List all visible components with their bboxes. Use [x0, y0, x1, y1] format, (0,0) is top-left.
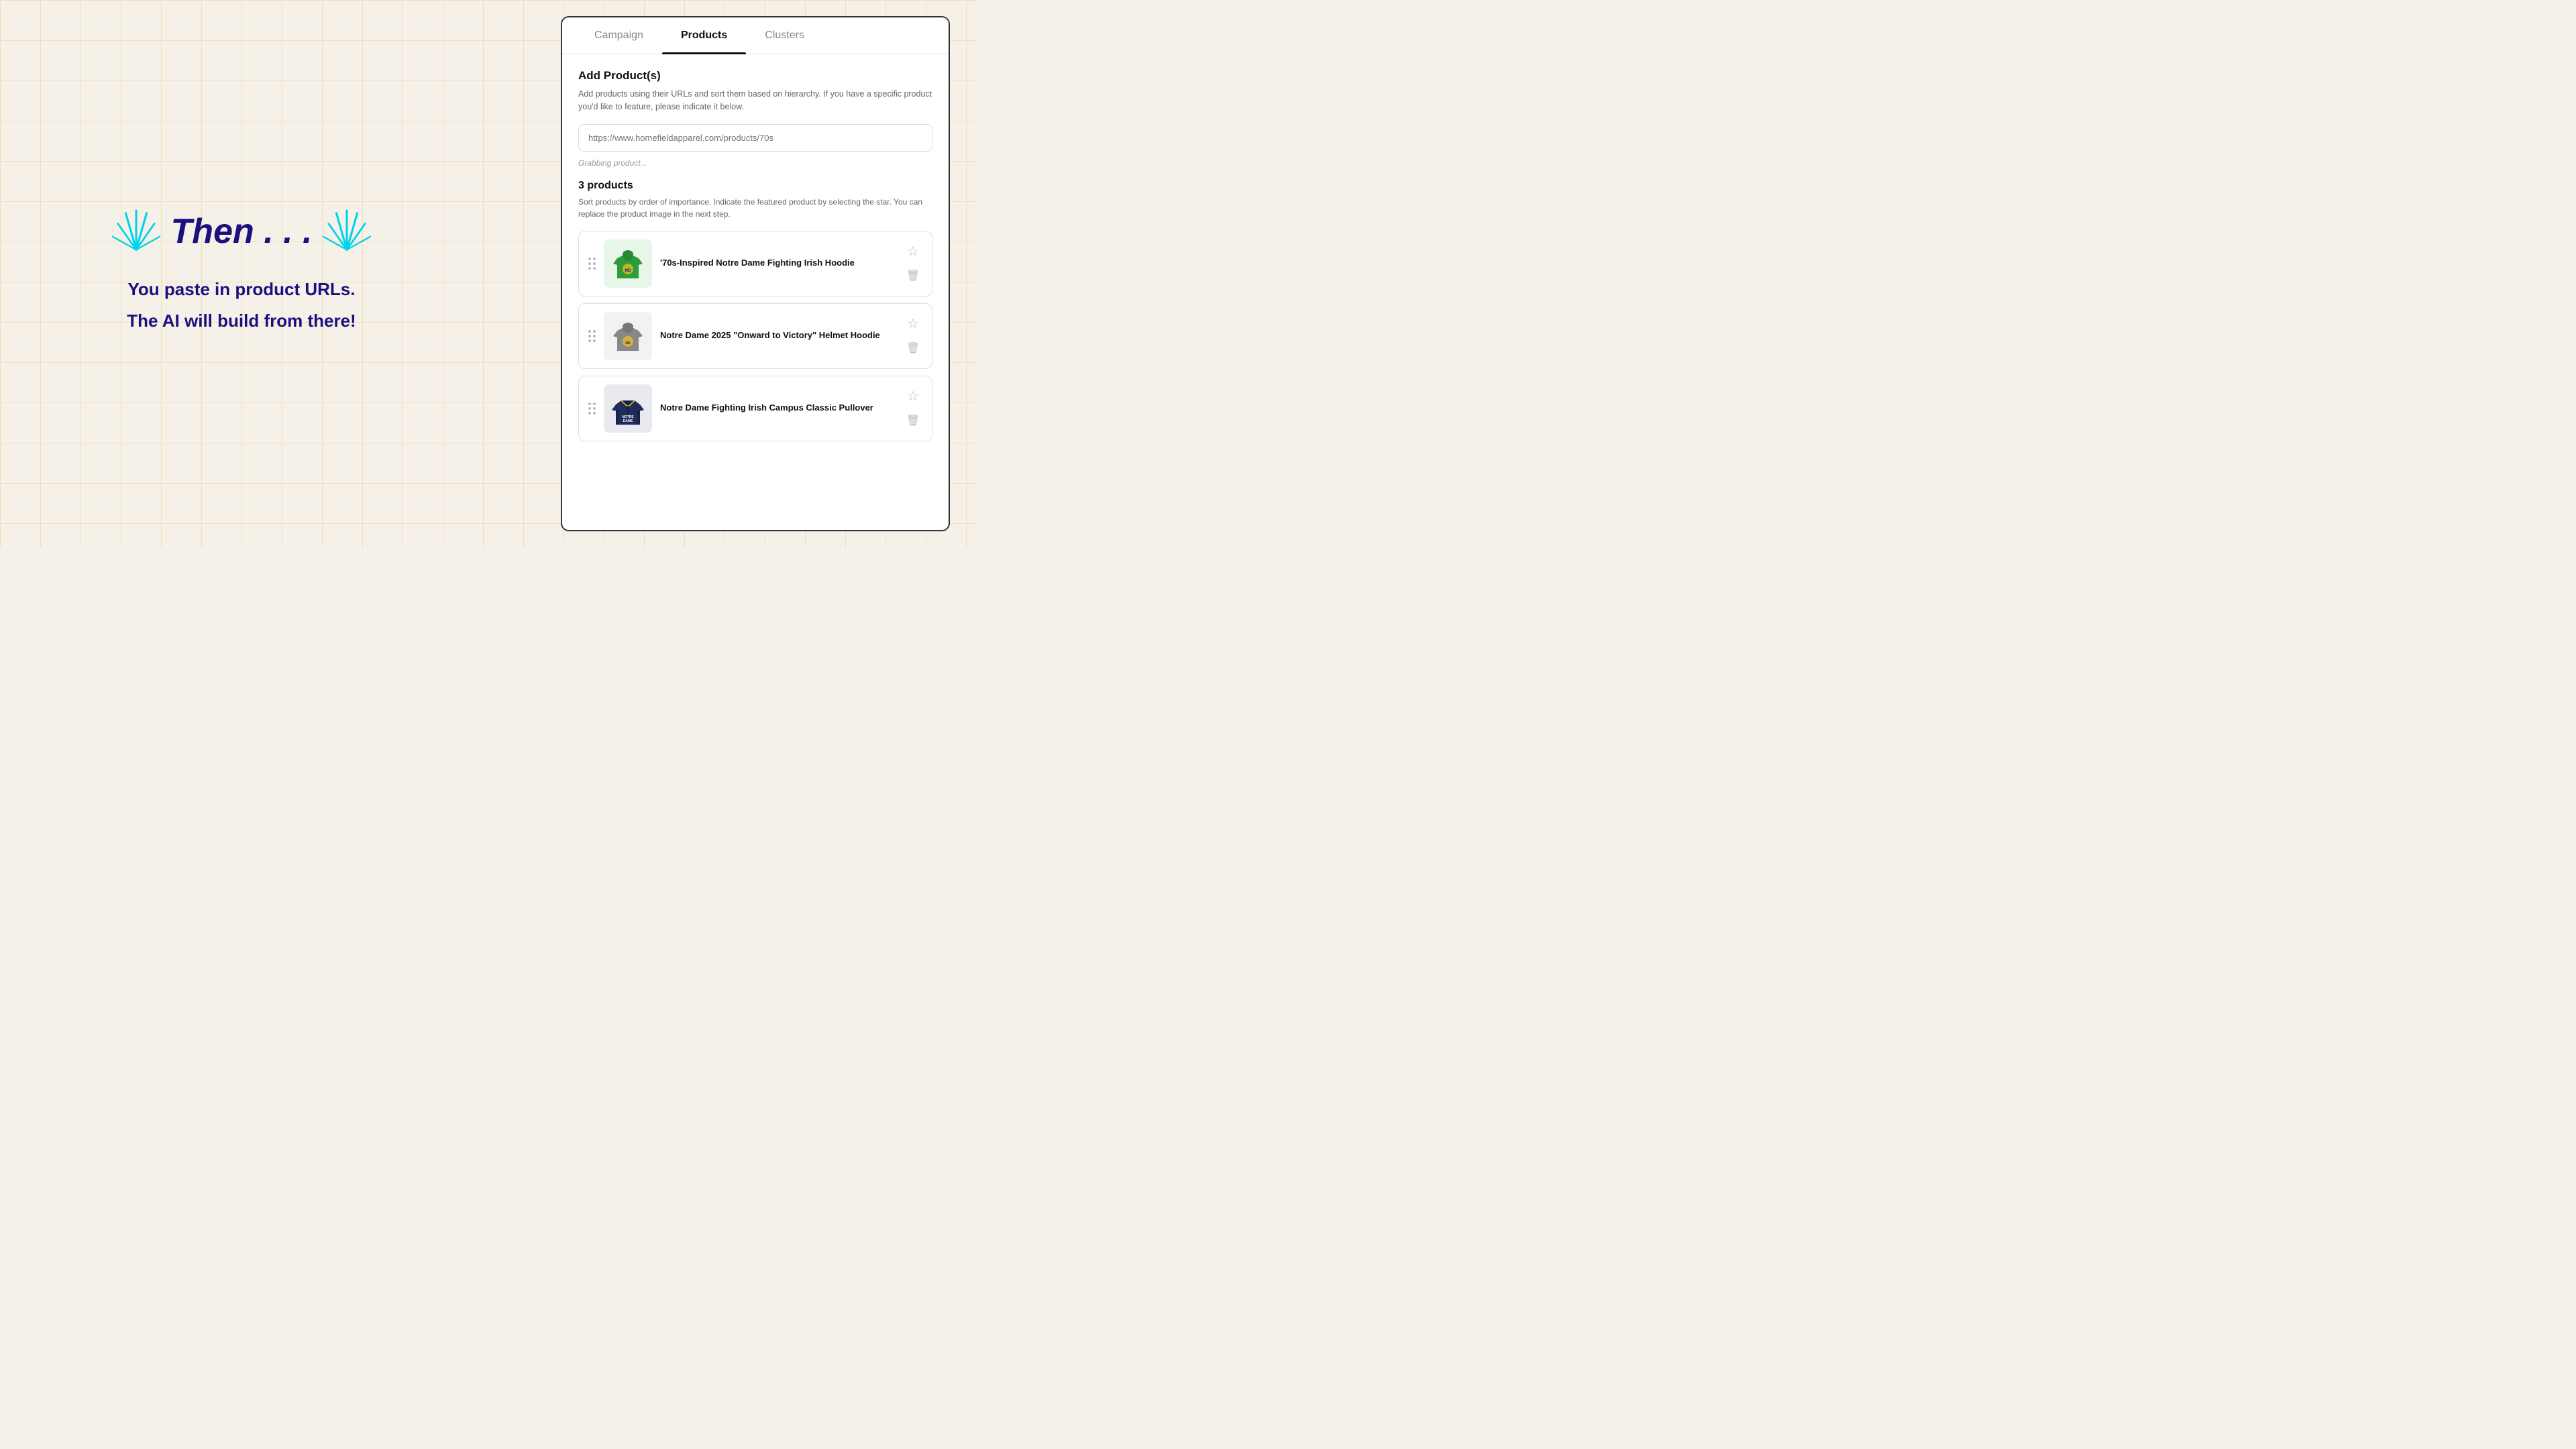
- drag-dot: [588, 262, 591, 265]
- svg-text:ND: ND: [625, 269, 631, 273]
- product-name-3: Notre Dame Fighting Irish Campus Classic…: [660, 402, 896, 414]
- drag-dot: [588, 258, 591, 260]
- drag-dot: [593, 339, 596, 342]
- drag-dot: [588, 412, 591, 415]
- tab-products[interactable]: Products: [662, 17, 746, 54]
- drag-dot: [593, 330, 596, 333]
- product-image-2: ND: [604, 312, 652, 360]
- body-line-1: You paste in product URLs.: [127, 276, 356, 303]
- body-line-2: The AI will build from there!: [127, 308, 356, 334]
- tab-campaign[interactable]: Campaign: [576, 17, 662, 54]
- product-name-2: Notre Dame 2025 "Onward to Victory" Helm…: [660, 329, 896, 341]
- drag-dot: [593, 402, 596, 405]
- product-card-3: NOTRE DAME Notre Dame Fighting Irish Cam…: [578, 376, 932, 441]
- drag-dot: [593, 407, 596, 410]
- product-card-2: ND Notre Dame 2025 "Onward to Victory" H…: [578, 303, 932, 369]
- star-button-2[interactable]: ☆: [904, 315, 922, 333]
- body-text: You paste in product URLs. The AI will b…: [127, 276, 356, 339]
- tab-bar: Campaign Products Clusters: [562, 17, 949, 54]
- product-name-1: '70s-Inspired Notre Dame Fighting Irish …: [660, 257, 896, 269]
- add-products-description: Add products using their URLs and sort t…: [578, 88, 932, 113]
- drag-dot: [588, 407, 591, 410]
- svg-text:ND: ND: [625, 341, 631, 345]
- add-products-title: Add Product(s): [578, 69, 932, 83]
- drag-dot: [593, 335, 596, 337]
- left-sparkle-icon: [109, 208, 163, 255]
- product-card-1: ND '70s-Inspired Notre Dame Fighting Iri…: [578, 231, 932, 297]
- product-image-1: ND: [604, 239, 652, 288]
- svg-text:DAME: DAME: [623, 419, 633, 423]
- drag-dot: [593, 267, 596, 270]
- product-actions-2: ☆ 🗑: [904, 315, 922, 358]
- grabbing-status: Grabbing product...: [578, 158, 932, 168]
- drag-dot: [588, 335, 591, 337]
- product-actions-3: ☆ 🗑: [904, 387, 922, 430]
- delete-button-1[interactable]: 🗑: [904, 266, 922, 285]
- delete-button-2[interactable]: 🗑: [904, 339, 922, 358]
- drag-handle-2[interactable]: [588, 330, 596, 342]
- drag-dot: [588, 339, 591, 342]
- right-sparkle-icon: [320, 208, 374, 255]
- product-actions-1: ☆ 🗑: [904, 242, 922, 285]
- drag-dot: [588, 267, 591, 270]
- tab-clusters[interactable]: Clusters: [746, 17, 823, 54]
- delete-button-3[interactable]: 🗑: [904, 411, 922, 430]
- drag-handle-3[interactable]: [588, 402, 596, 415]
- star-button-1[interactable]: ☆: [904, 242, 922, 261]
- url-input[interactable]: [578, 124, 932, 152]
- drag-dot: [588, 402, 591, 405]
- drag-dot: [593, 412, 596, 415]
- then-label: Then . . .: [171, 211, 313, 252]
- drag-dot: [593, 262, 596, 265]
- tab-content: Add Product(s) Add products using their …: [562, 54, 949, 530]
- left-panel: Then . . . You paste in product URLs. Th…: [0, 0, 483, 547]
- drag-dot: [593, 258, 596, 260]
- drag-dot: [588, 330, 591, 333]
- drag-handle-1[interactable]: [588, 258, 596, 270]
- product-image-3: NOTRE DAME: [604, 384, 652, 433]
- right-panel: Campaign Products Clusters Add Product(s…: [561, 16, 950, 531]
- star-button-3[interactable]: ☆: [904, 387, 922, 406]
- product-list: ND '70s-Inspired Notre Dame Fighting Iri…: [578, 231, 932, 441]
- then-container: Then . . .: [109, 208, 374, 255]
- products-description: Sort products by order of importance. In…: [578, 196, 932, 220]
- products-count: 3 products: [578, 180, 932, 192]
